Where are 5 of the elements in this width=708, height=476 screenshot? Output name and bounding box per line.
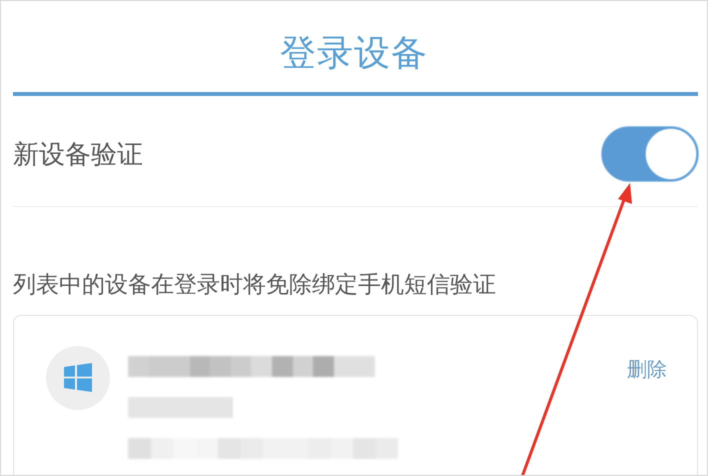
- description-text: 列表中的设备在登录时将免除绑定手机短信验证: [12, 271, 497, 300]
- windows-icon: [62, 362, 94, 394]
- page-title: 登录设备: [280, 32, 428, 76]
- delete-link[interactable]: 删除: [627, 356, 667, 383]
- setting-label: 新设备验证: [13, 138, 143, 172]
